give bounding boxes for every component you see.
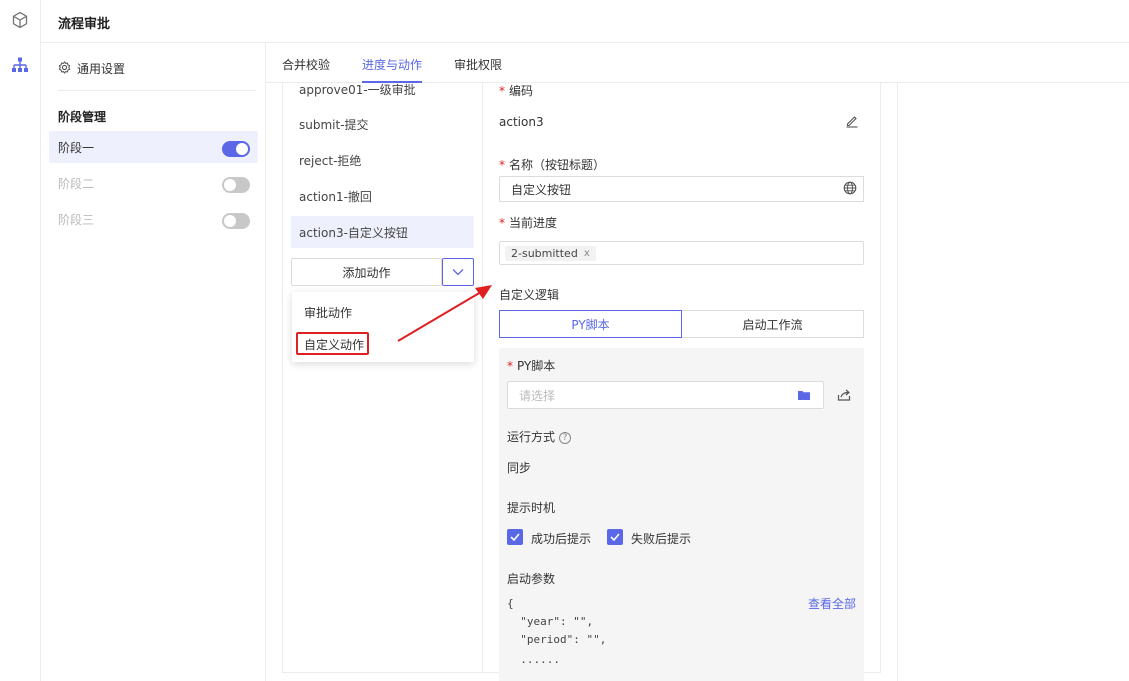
edit-icon[interactable] (845, 114, 859, 131)
view-all-link[interactable]: 查看全部 (808, 595, 856, 612)
action-label: submit-提交 (299, 117, 369, 132)
py-script-label: * PY脚本 (507, 357, 555, 374)
checkmark-icon (610, 530, 620, 544)
stage-toggle[interactable] (222, 141, 250, 157)
stage-management-title: 阶段管理 (58, 110, 107, 124)
tab-merge-check[interactable]: 合并校验 (282, 56, 330, 73)
code-value: action3 (499, 115, 544, 129)
icon-rail (0, 0, 41, 681)
stage-toggle[interactable] (222, 213, 250, 229)
tab-progress-actions[interactable]: 进度与动作 (362, 56, 422, 73)
stage-label: 阶段二 (58, 176, 95, 191)
code-label-text: 编码 (509, 84, 534, 98)
share-icon[interactable] (836, 387, 852, 403)
notify-timing-label: 提示时机 (507, 501, 556, 515)
general-settings-item[interactable]: 通用设置 (58, 60, 125, 77)
action-item-selected[interactable]: action3-自定义按钮 (291, 216, 474, 248)
notify-success-checkbox[interactable] (507, 529, 523, 545)
general-settings-label: 通用设置 (77, 62, 126, 76)
right-divider (897, 83, 898, 681)
divider (58, 90, 256, 91)
page-title: 流程审批 (58, 17, 111, 32)
action-label: action3-自定义按钮 (299, 225, 408, 240)
start-params-label: 启动参数 (507, 572, 556, 586)
action-label: reject-拒绝 (299, 153, 362, 168)
stage-item-3[interactable]: 阶段三 (49, 203, 258, 235)
params-code-line: ...... (507, 653, 560, 666)
run-mode-label: 运行方式? (507, 428, 572, 445)
name-input[interactable]: 自定义按钮 (499, 176, 837, 202)
progress-tag-label: 2-submitted (511, 246, 578, 260)
action-label: action1-撤回 (299, 189, 372, 204)
help-icon[interactable]: ? (559, 431, 572, 444)
tag-close-icon[interactable]: x (584, 248, 590, 259)
progress-select[interactable]: 2-submitted x (499, 241, 864, 265)
action-item[interactable]: approve01-一级审批 (291, 83, 474, 97)
stage-item-2[interactable]: 阶段二 (49, 167, 258, 199)
stage-label: 阶段三 (58, 212, 95, 227)
tab-approval-permissions[interactable]: 审批权限 (454, 56, 502, 73)
checkmark-icon (510, 530, 520, 544)
action-label: approve01-一级审批 (299, 83, 416, 97)
py-script-option[interactable]: PY脚本 (499, 310, 682, 338)
stage-toggle[interactable] (222, 177, 250, 193)
run-mode-label-text: 运行方式 (507, 430, 556, 444)
folder-icon[interactable] (798, 389, 810, 400)
notify-fail-label: 失败后提示 (631, 532, 692, 546)
name-label: * 名称（按钮标题） (499, 156, 605, 173)
highlight-box (296, 332, 369, 355)
start-workflow-option[interactable]: 启动工作流 (681, 310, 864, 338)
cube-icon[interactable] (10, 10, 30, 30)
name-label-text: 名称（按钮标题） (509, 158, 606, 172)
required-mark: * (499, 216, 505, 230)
settings-panel: 通用设置 阶段管理 阶段一 阶段二 阶段三 (41, 43, 266, 681)
globe-icon (843, 181, 857, 198)
translate-button[interactable] (836, 176, 864, 202)
params-code-line: "period": "", (507, 633, 607, 646)
required-mark: * (499, 158, 505, 172)
notify-fail-checkbox[interactable] (607, 529, 623, 545)
required-mark: * (507, 359, 513, 373)
progress-label-text: 当前进度 (509, 216, 558, 230)
params-code-line: "year": "", (507, 615, 594, 628)
annotation-arrow-icon (397, 285, 492, 342)
stage-item-1[interactable]: 阶段一 (49, 131, 258, 163)
params-code-line: { (507, 597, 514, 610)
gear-icon (58, 60, 71, 77)
action-item[interactable]: action1-撤回 (291, 180, 474, 212)
tab-bar: 合并校验 进度与动作 审批权限 (282, 43, 1129, 83)
action-item[interactable]: reject-拒绝 (291, 144, 474, 176)
org-chart-icon[interactable] (10, 55, 30, 75)
notify-success-label: 成功后提示 (531, 532, 592, 546)
action-item[interactable]: submit-提交 (291, 108, 474, 140)
menu-item-approval-action[interactable]: 审批动作 (304, 304, 352, 321)
py-script-input[interactable]: 请选择 (507, 381, 824, 409)
chevron-down-icon (452, 265, 464, 279)
run-mode-value: 同步 (507, 461, 532, 475)
progress-label: * 当前进度 (499, 214, 557, 231)
custom-logic-label: 自定义逻辑 (499, 288, 560, 302)
page-header: 流程审批 (41, 0, 1129, 43)
content-divider (482, 83, 483, 673)
stage-label: 阶段一 (58, 140, 95, 155)
required-mark: * (499, 84, 505, 98)
progress-tag: 2-submitted x (505, 245, 596, 261)
code-label: * 编码 (499, 82, 533, 99)
py-script-label-text: PY脚本 (517, 359, 556, 373)
